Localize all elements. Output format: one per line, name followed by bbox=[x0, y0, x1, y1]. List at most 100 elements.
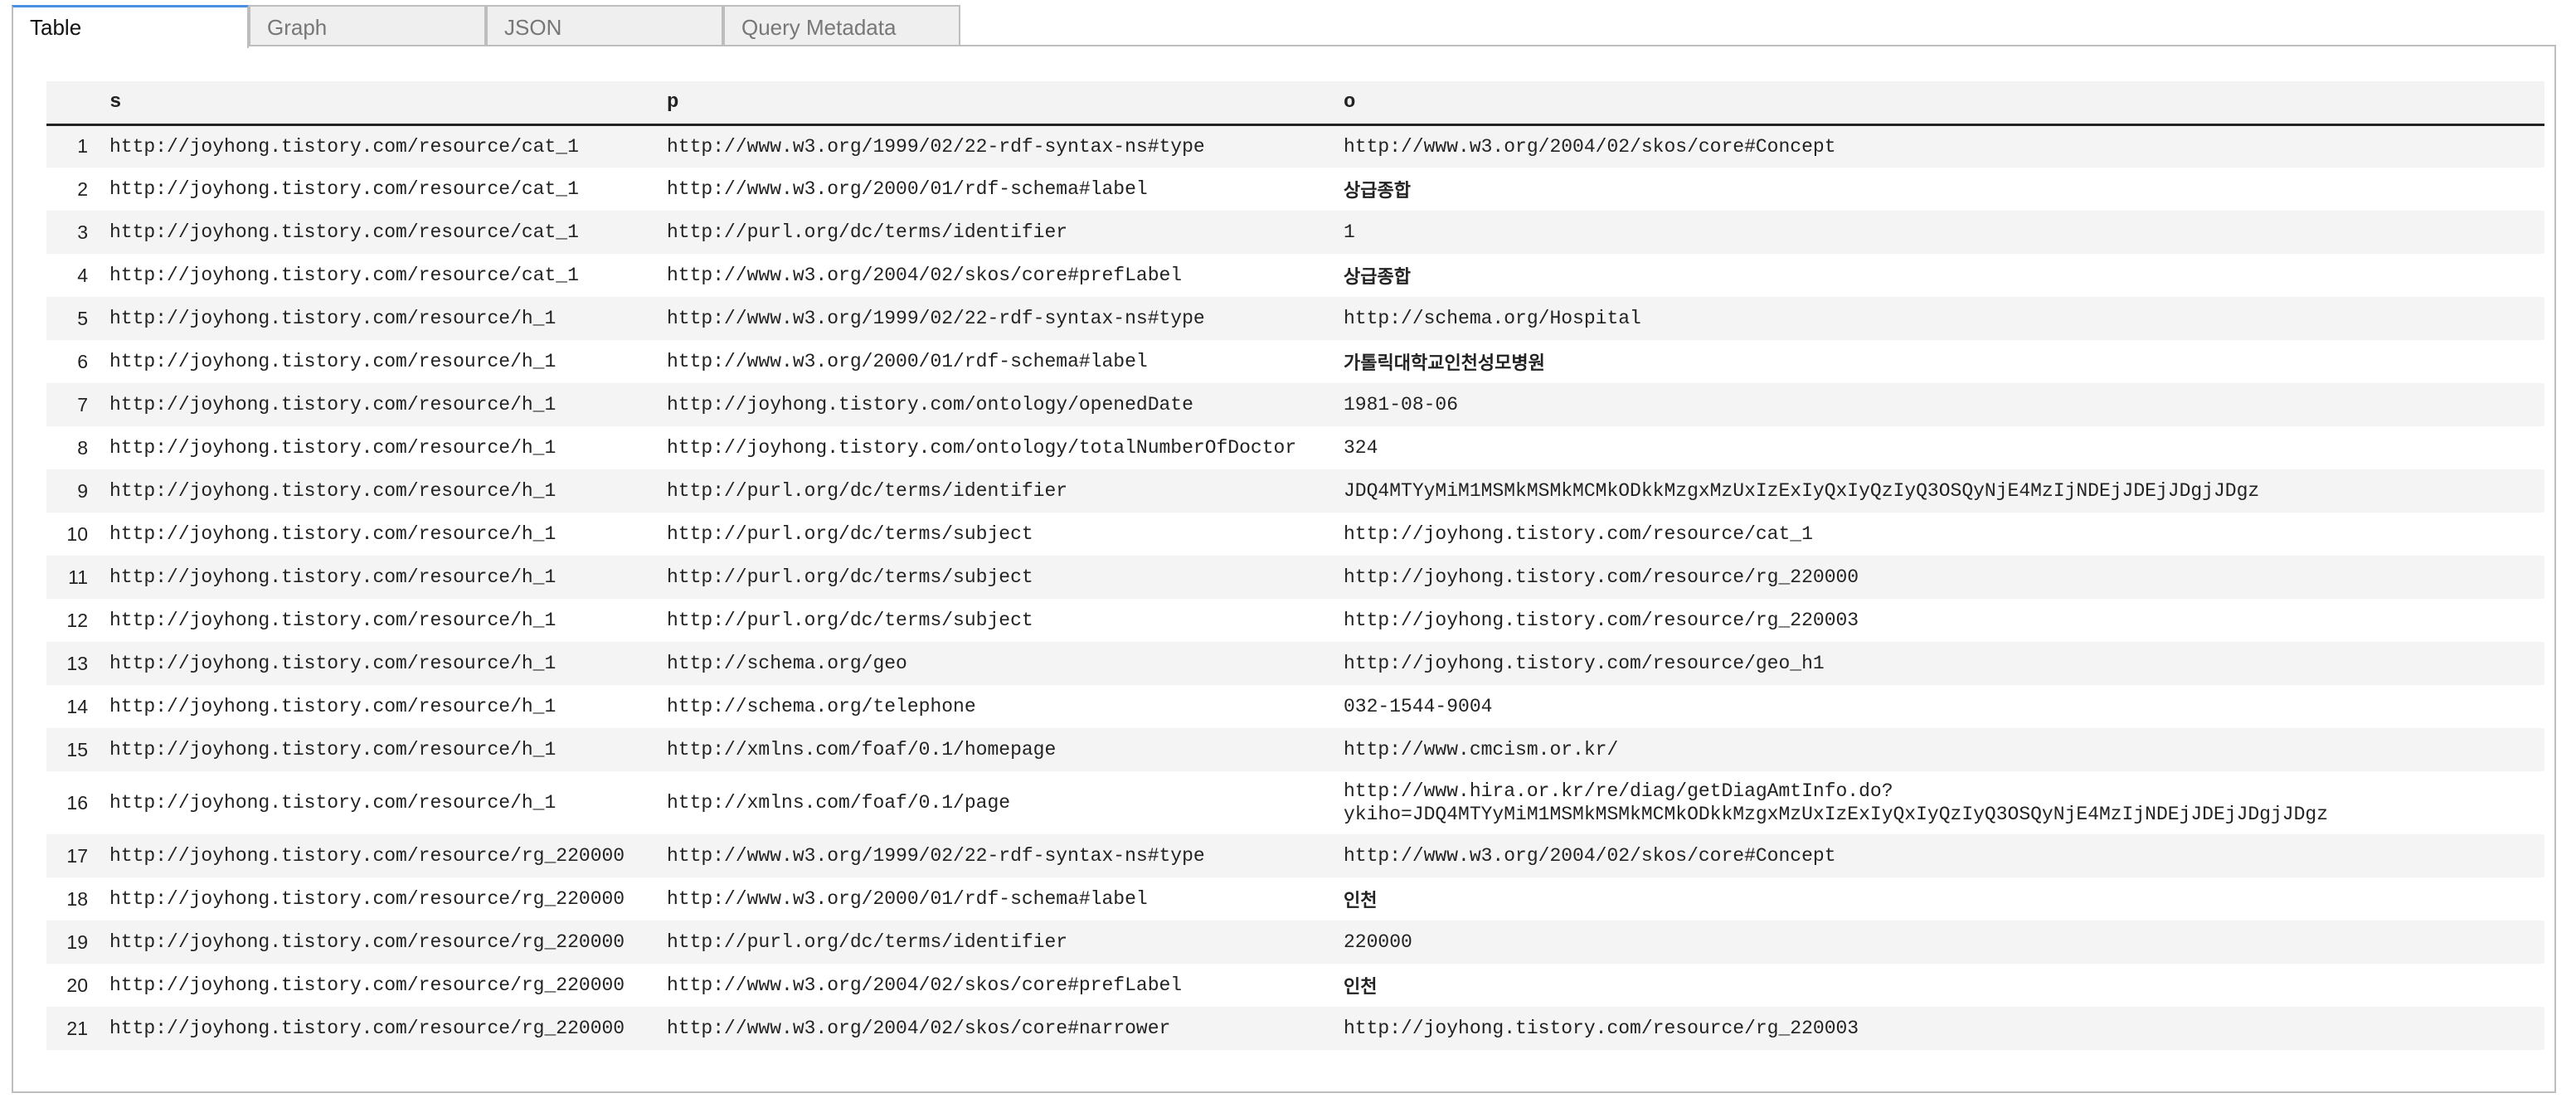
cell-object-text: 상급종합 bbox=[1344, 181, 1411, 202]
row-number-text: 11 bbox=[68, 566, 88, 588]
table-row: 19 http://joyhong.tistory.com/resource/rg… bbox=[46, 921, 2544, 964]
cell-subject-text: http://joyhong.tistory.com/resource/cat_… bbox=[109, 135, 579, 158]
row-number: 9 bbox=[46, 469, 100, 513]
cell-subject-text: http://joyhong.tistory.com/resource/h_1 bbox=[109, 394, 557, 415]
header-o[interactable]: o bbox=[1334, 81, 2544, 126]
row-number-text: 1 bbox=[77, 135, 88, 158]
cell-object: http://www.w3.org/2004/02/skos/core#Conc… bbox=[1334, 834, 2544, 877]
table-row: 9 http://joyhong.tistory.com/resource/h_1… bbox=[46, 469, 2544, 513]
table-row: 1 http://joyhong.tistory.com/resource/cat… bbox=[46, 124, 2544, 168]
cell-predicate: http://purl.org/dc/terms/identifier bbox=[657, 469, 1334, 513]
tab-json[interactable]: JSON bbox=[486, 5, 723, 45]
cell-object: http://www.w3.org/2004/02/skos/core#Conc… bbox=[1334, 124, 2544, 168]
cell-predicate-text: http://www.w3.org/2000/01/rdf-schema#lab… bbox=[667, 178, 1148, 200]
cell-subject-text: http://joyhong.tistory.com/resource/h_1 bbox=[109, 739, 557, 760]
cell-predicate: http://www.w3.org/2004/02/skos/core#pref… bbox=[657, 254, 1334, 297]
header-index bbox=[46, 81, 100, 126]
cell-subject-text: http://joyhong.tistory.com/resource/h_1 bbox=[109, 480, 557, 502]
cell-object-text: 220000 bbox=[1344, 931, 1412, 953]
row-number: 7 bbox=[46, 383, 100, 426]
cell-predicate-text: http://joyhong.tistory.com/ontology/tota… bbox=[667, 437, 1297, 459]
cell-subject: http://joyhong.tistory.com/resource/rg_2… bbox=[100, 834, 657, 877]
table-row: 2 http://joyhong.tistory.com/resource/cat… bbox=[46, 168, 2544, 211]
cell-object: http://joyhong.tistory.com/resource/rg_2… bbox=[1334, 599, 2544, 642]
cell-subject: http://joyhong.tistory.com/resource/h_1 bbox=[100, 383, 657, 426]
cell-object: 상급종합 bbox=[1334, 168, 2544, 211]
cell-subject-text: http://joyhong.tistory.com/resource/cat_… bbox=[109, 178, 579, 200]
cell-object-text: 가톨릭대학교인천성모병원 bbox=[1344, 353, 1545, 374]
table-row: 18 http://joyhong.tistory.com/resource/rg… bbox=[46, 877, 2544, 921]
row-number-text: 16 bbox=[66, 791, 88, 814]
cell-subject: http://joyhong.tistory.com/resource/h_1 bbox=[100, 728, 657, 771]
results-panel: s p o 1 http://joyhong.tistory.com/resour… bbox=[12, 45, 2556, 1093]
cell-subject-text: http://joyhong.tistory.com/resource/rg_2… bbox=[109, 845, 625, 867]
row-number: 6 bbox=[46, 340, 100, 383]
cell-object-text: http://www.w3.org/2004/02/skos/core#Conc… bbox=[1344, 135, 1836, 158]
table-row: 5 http://joyhong.tistory.com/resource/h_1… bbox=[46, 297, 2544, 340]
cell-predicate: http://xmlns.com/foaf/0.1/page bbox=[657, 771, 1334, 834]
cell-object: http://joyhong.tistory.com/resource/geo_… bbox=[1334, 642, 2544, 685]
row-number-text: 12 bbox=[66, 609, 88, 631]
row-number: 12 bbox=[46, 599, 100, 642]
cell-subject-text: http://joyhong.tistory.com/resource/h_1 bbox=[109, 523, 557, 545]
table-row: 3 http://joyhong.tistory.com/resource/cat… bbox=[46, 211, 2544, 254]
cell-object-text: http://www.hira.or.kr/re/diag/getDiagAmt… bbox=[1344, 780, 1893, 802]
tab-graph[interactable]: Graph bbox=[249, 5, 486, 45]
cell-predicate: http://purl.org/dc/terms/identifier bbox=[657, 921, 1334, 964]
cell-subject: http://joyhong.tistory.com/resource/h_1 bbox=[100, 426, 657, 469]
cell-subject: http://joyhong.tistory.com/resource/h_1 bbox=[100, 469, 657, 513]
cell-predicate-text: http://www.w3.org/2004/02/skos/core#pref… bbox=[667, 265, 1183, 286]
table-row: 14 http://joyhong.tistory.com/resource/h_… bbox=[46, 685, 2544, 728]
cell-predicate-text: http://joyhong.tistory.com/ontology/open… bbox=[667, 394, 1193, 415]
cell-subject-text: http://joyhong.tistory.com/resource/h_1 bbox=[109, 437, 557, 459]
cell-object: http://www.hira.or.kr/re/diag/getDiagAmt… bbox=[1334, 771, 2544, 834]
cell-object-text: http://joyhong.tistory.com/resource/geo_… bbox=[1344, 653, 1825, 674]
row-number: 8 bbox=[46, 426, 100, 469]
cell-predicate: http://www.w3.org/1999/02/22-rdf-syntax-… bbox=[657, 124, 1334, 168]
cell-object: http://joyhong.tistory.com/resource/rg_2… bbox=[1334, 556, 2544, 599]
cell-subject: http://joyhong.tistory.com/resource/h_1 bbox=[100, 297, 657, 340]
header-s[interactable]: s bbox=[100, 81, 657, 126]
header-p[interactable]: p bbox=[657, 81, 1334, 126]
cell-subject: http://joyhong.tistory.com/resource/rg_2… bbox=[100, 877, 657, 921]
cell-predicate: http://purl.org/dc/terms/identifier bbox=[657, 211, 1334, 254]
table-row: 7 http://joyhong.tistory.com/resource/h_1… bbox=[46, 383, 2544, 426]
tab-query-metadata[interactable]: Query Metadata bbox=[723, 5, 960, 45]
cell-object: 324 bbox=[1334, 426, 2544, 469]
table-row: 20 http://joyhong.tistory.com/resource/rg… bbox=[46, 964, 2544, 1007]
cell-predicate: http://www.w3.org/1999/02/22-rdf-syntax-… bbox=[657, 834, 1334, 877]
cell-predicate-text: http://purl.org/dc/terms/identifier bbox=[667, 221, 1068, 243]
cell-object: 032-1544-9004 bbox=[1334, 685, 2544, 728]
cell-predicate: http://purl.org/dc/terms/subject bbox=[657, 513, 1334, 556]
row-number: 10 bbox=[46, 513, 100, 556]
table-row: 12 http://joyhong.tistory.com/resource/h_… bbox=[46, 599, 2544, 642]
table-row: 15 http://joyhong.tistory.com/resource/h_… bbox=[46, 728, 2544, 771]
cell-predicate: http://purl.org/dc/terms/subject bbox=[657, 599, 1334, 642]
cell-subject: http://joyhong.tistory.com/resource/cat_… bbox=[100, 254, 657, 297]
tab-table[interactable]: Table bbox=[12, 5, 249, 48]
table-row: 21 http://joyhong.tistory.com/resource/rg… bbox=[46, 1007, 2544, 1050]
cell-subject: http://joyhong.tistory.com/resource/h_1 bbox=[100, 556, 657, 599]
cell-subject-text: http://joyhong.tistory.com/resource/h_1 bbox=[109, 566, 557, 588]
cell-predicate-text: http://purl.org/dc/terms/subject bbox=[667, 610, 1033, 631]
cell-object: http://www.cmcism.or.kr/ bbox=[1334, 728, 2544, 771]
cell-predicate: http://www.w3.org/2000/01/rdf-schema#lab… bbox=[657, 340, 1334, 383]
row-number: 5 bbox=[46, 297, 100, 340]
row-number-text: 18 bbox=[66, 887, 88, 910]
cell-object-text: http://schema.org/Hospital bbox=[1344, 308, 1641, 329]
row-number: 11 bbox=[46, 556, 100, 599]
cell-object-text: http://www.cmcism.or.kr/ bbox=[1344, 739, 1619, 760]
cell-object: http://schema.org/Hospital bbox=[1334, 297, 2544, 340]
cell-predicate-text: http://xmlns.com/foaf/0.1/page bbox=[667, 792, 1011, 814]
cell-predicate-text: http://www.w3.org/2000/01/rdf-schema#lab… bbox=[667, 351, 1148, 372]
cell-subject: http://joyhong.tistory.com/resource/rg_2… bbox=[100, 964, 657, 1007]
cell-predicate-text: http://www.w3.org/2000/01/rdf-schema#lab… bbox=[667, 888, 1148, 910]
cell-object: 상급종합 bbox=[1334, 254, 2544, 297]
cell-object-text: 324 bbox=[1344, 437, 1378, 459]
table-row: 6 http://joyhong.tistory.com/resource/h_1… bbox=[46, 340, 2544, 383]
cell-subject-text: http://joyhong.tistory.com/resource/h_1 bbox=[109, 351, 557, 372]
table-row: 4 http://joyhong.tistory.com/resource/cat… bbox=[46, 254, 2544, 297]
cell-subject-text: http://joyhong.tistory.com/resource/h_1 bbox=[109, 610, 557, 631]
row-number: 17 bbox=[46, 834, 100, 877]
table-row: 8 http://joyhong.tistory.com/resource/h_1… bbox=[46, 426, 2544, 469]
